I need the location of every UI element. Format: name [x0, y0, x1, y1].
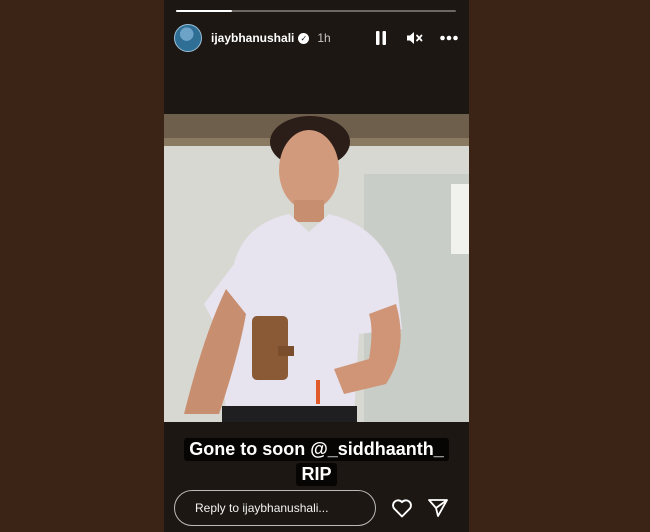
- muted-speaker-icon: [407, 32, 423, 44]
- reply-input[interactable]: [193, 500, 367, 516]
- username[interactable]: ijaybhanushali: [211, 31, 294, 45]
- reply-field[interactable]: [174, 490, 376, 526]
- pause-icon: [376, 31, 386, 45]
- time-ago: 1h: [317, 31, 331, 45]
- story-viewer: ijaybhanushali ✓ 1h Gone to soon @_siddh…: [164, 0, 469, 532]
- verified-badge-icon: ✓: [298, 32, 310, 44]
- caption-line-1: Gone to soon @_siddhaanth_: [184, 438, 449, 461]
- story-photo: [164, 114, 469, 422]
- avatar[interactable]: [174, 24, 202, 52]
- share-button[interactable]: [426, 496, 450, 520]
- story-progress-bar: [176, 10, 456, 12]
- story-progress-fill: [176, 10, 232, 12]
- heart-icon: [392, 499, 412, 518]
- mute-button[interactable]: [405, 28, 425, 48]
- pause-button[interactable]: [371, 28, 391, 48]
- like-button[interactable]: [390, 496, 414, 520]
- story-caption: Gone to soon @_siddhaanth_ RIP: [164, 438, 469, 486]
- more-options-button[interactable]: [439, 28, 459, 48]
- send-icon: [428, 499, 448, 517]
- story-header: ijaybhanushali ✓ 1h: [174, 22, 459, 54]
- caption-line-2: RIP: [296, 463, 337, 486]
- header-actions: [371, 28, 459, 48]
- more-horizontal-icon: [440, 35, 458, 41]
